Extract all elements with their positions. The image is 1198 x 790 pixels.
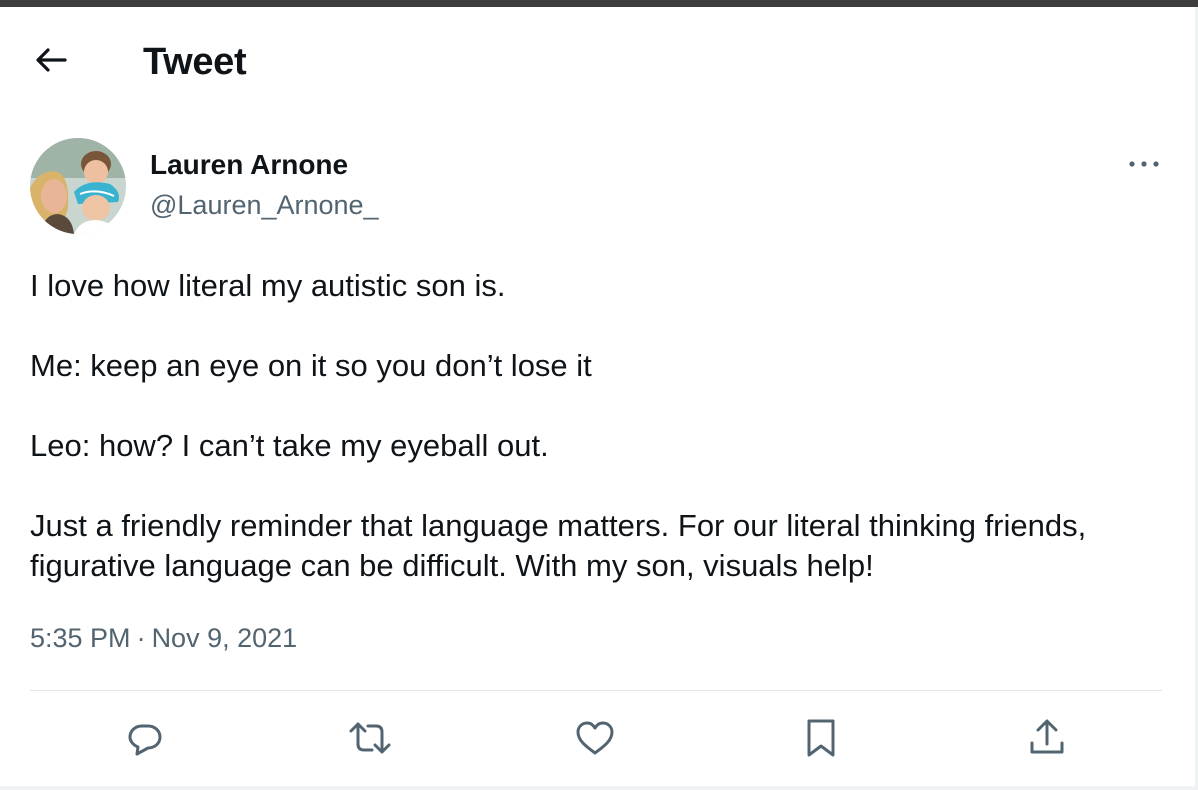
like-button[interactable]: [571, 716, 619, 764]
back-button[interactable]: [26, 41, 76, 83]
author-display-name[interactable]: Lauren Arnone: [150, 148, 348, 182]
timestamp-separator: ·: [136, 623, 146, 653]
tweet-actions: [30, 712, 1162, 768]
author-handle[interactable]: @Lauren_Arnone_: [150, 188, 379, 222]
share-button[interactable]: [1023, 716, 1071, 764]
reply-icon: [123, 716, 167, 765]
divider: [30, 690, 1162, 691]
share-icon: [1025, 716, 1069, 765]
tweet-paragraph: Just a friendly reminder that language m…: [30, 508, 1087, 583]
tweet-date[interactable]: Nov 9, 2021: [152, 623, 298, 653]
tweet-timestamp: 5:35 PM · Nov 9, 2021: [30, 620, 297, 656]
retweet-button[interactable]: [346, 716, 394, 764]
tweet-time[interactable]: 5:35 PM: [30, 623, 131, 653]
bottom-edge: [0, 786, 1198, 790]
more-options-button[interactable]: [1122, 150, 1166, 178]
like-icon: [573, 716, 617, 765]
tweet-paragraph: Me: keep an eye on it so you don’t lose …: [30, 348, 592, 383]
window-top-bar: [0, 0, 1198, 7]
page-title: Tweet: [143, 41, 247, 83]
reply-button[interactable]: [121, 716, 169, 764]
tweet-paragraph: I love how literal my autistic son is.: [30, 268, 506, 303]
tweet-paragraph: Leo: how? I can’t take my eyeball out.: [30, 428, 549, 463]
more-dots-icon: [1128, 155, 1160, 173]
avatar[interactable]: [30, 138, 126, 234]
arrow-left-icon: [34, 46, 68, 79]
bookmark-icon: [799, 716, 843, 765]
tweet-text: I love how literal my autistic son is. M…: [30, 266, 1170, 586]
page-header: Tweet: [0, 7, 1195, 112]
profile-photo: [30, 138, 126, 234]
retweet-icon: [346, 716, 394, 765]
bookmark-button[interactable]: [797, 716, 845, 764]
